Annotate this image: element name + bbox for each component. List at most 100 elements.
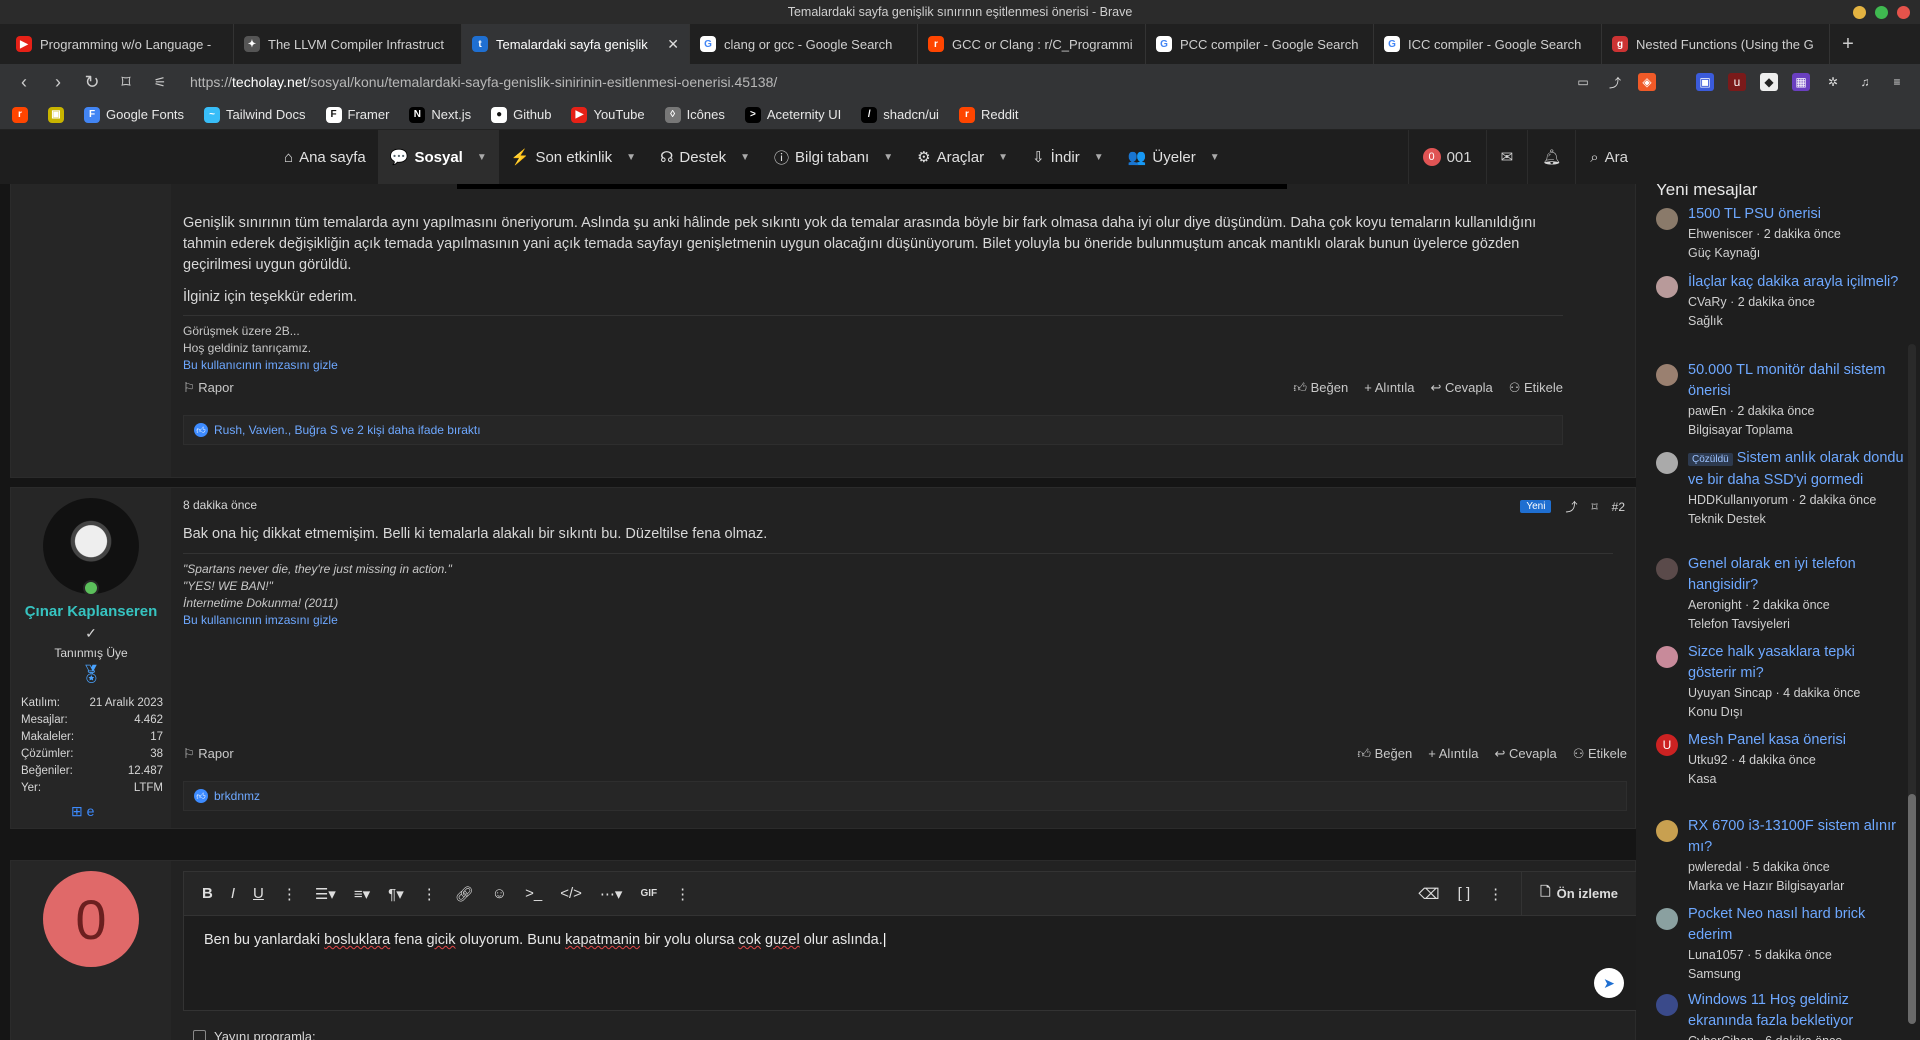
- url-field[interactable]: https://techolay.net/sosyal/konu/temalar…: [184, 74, 1560, 90]
- thread-title-link[interactable]: Genel olarak en iyi telefon hangisidir?: [1688, 554, 1906, 596]
- post-2-reactions[interactable]: 👍︎ brkdnmz: [183, 781, 1627, 811]
- preview-button[interactable]: 🗋 Ön izleme: [1521, 871, 1636, 916]
- thread-author-avatar[interactable]: [1656, 646, 1678, 668]
- nav-item-1[interactable]: ⌂ Ana sayfa: [272, 130, 378, 184]
- thread-author-avatar[interactable]: [1656, 276, 1678, 298]
- alerts-icon[interactable]: 🔔︎: [1527, 130, 1575, 184]
- thread-author-avatar[interactable]: [1656, 452, 1678, 474]
- tab-5[interactable]: r GCC or Clang : r/C_Programmi: [918, 24, 1146, 64]
- nav-item-7[interactable]: ⇩ İndir ▼: [1020, 130, 1116, 184]
- minimize-button[interactable]: [1853, 6, 1866, 19]
- thread-author-avatar[interactable]: [1656, 994, 1678, 1016]
- brave-shields-icon[interactable]: ◈: [1638, 73, 1656, 91]
- paragraph-icon[interactable]: ¶▾: [388, 885, 404, 903]
- code-block-icon[interactable]: </>: [560, 885, 582, 902]
- bookmark-icon[interactable]: ⌑: [116, 72, 136, 93]
- underline-icon[interactable]: U: [253, 885, 264, 902]
- new-tab-icon[interactable]: +: [1830, 24, 1866, 64]
- bookmark-item[interactable]: r: [12, 106, 28, 123]
- nav-item-5[interactable]: ⓘ Bilgi tabanı ▼: [762, 130, 905, 184]
- bookmark-post-icon[interactable]: ⌑: [1591, 500, 1597, 514]
- hide-signature-link[interactable]: Bu kullanıcının imzasını gizle: [183, 357, 338, 374]
- ublock-icon[interactable]: u: [1728, 73, 1746, 91]
- thread-title-link[interactable]: 1500 TL PSU önerisi: [1688, 204, 1841, 225]
- list-icon[interactable]: ☰▾: [315, 885, 336, 903]
- thread-title-link[interactable]: İlaçlar kaç dakika arayla içilmeli?: [1688, 272, 1898, 293]
- tab-3[interactable]: t Temalardaki sayfa genişlik ✕: [462, 24, 690, 64]
- bookmark-item[interactable]: > Aceternity UI: [744, 106, 841, 123]
- hide-signature-link[interactable]: Bu kullanıcının imzasını gizle: [183, 612, 452, 629]
- editor-menu-icon[interactable]: ⋮: [1488, 885, 1503, 903]
- chevron-down-icon[interactable]: ▼: [1094, 152, 1104, 163]
- chevron-down-icon[interactable]: ▼: [1210, 152, 1220, 163]
- bookmark-item[interactable]: ◊ Icônes: [664, 106, 725, 123]
- quote-button[interactable]: + Alıntıla: [1428, 746, 1478, 762]
- report-link[interactable]: ⚐ Rapor: [183, 746, 234, 762]
- bookmark-item[interactable]: ▶ YouTube: [571, 106, 645, 123]
- back-icon[interactable]: ‹: [14, 72, 34, 93]
- thread-author-avatar[interactable]: U: [1656, 734, 1678, 756]
- maximize-button[interactable]: [1875, 6, 1888, 19]
- more-vertical-icon[interactable]: ⋮: [675, 885, 690, 903]
- bookmark-item[interactable]: r Reddit: [958, 106, 1019, 123]
- bookmark-item[interactable]: N Next.js: [409, 106, 471, 123]
- like-button[interactable]: 👍︎ Beğen: [1357, 746, 1412, 762]
- search-button[interactable]: ⌕ Ara: [1575, 130, 1642, 184]
- chevron-down-icon[interactable]: ▼: [998, 152, 1008, 163]
- media-icon[interactable]: ♫: [1856, 73, 1874, 91]
- bookmark-item[interactable]: ▣: [48, 106, 64, 123]
- points-button[interactable]: 0 001: [1407, 130, 1486, 184]
- post-number[interactable]: #2: [1612, 500, 1625, 514]
- more-options-icon[interactable]: ⋮: [422, 885, 437, 903]
- post-1-reactions[interactable]: 👍︎ Rush, Vavien., Buğra S ve 2 kişi daha…: [183, 415, 1563, 445]
- close-window-button[interactable]: [1897, 6, 1910, 19]
- bookmark-item[interactable]: ~ Tailwind Docs: [204, 106, 306, 123]
- share-post-icon[interactable]: ⤴: [1565, 498, 1577, 515]
- bookmark-item[interactable]: F Framer: [325, 106, 389, 123]
- nav-item-6[interactable]: ⚙ Araçlar ▼: [905, 130, 1020, 184]
- nav-item-3[interactable]: ⚡ Son etkinlik ▼: [499, 130, 648, 184]
- grammar-assistant-icon[interactable]: ➤: [1594, 968, 1624, 998]
- extension-icon-3[interactable]: ▦: [1792, 73, 1810, 91]
- post-2-time[interactable]: 8 dakika önce: [183, 498, 257, 512]
- chevron-down-icon[interactable]: ▼: [626, 152, 636, 163]
- nav-item-8[interactable]: 👥 Üyeler ▼: [1116, 130, 1232, 184]
- thread-author-avatar[interactable]: [1656, 558, 1678, 580]
- bold-icon[interactable]: B: [202, 885, 213, 902]
- bookmark-item[interactable]: F Google Fonts: [84, 106, 184, 123]
- scrollbar-thumb[interactable]: [1908, 794, 1916, 1024]
- current-user-avatar[interactable]: 0: [43, 871, 139, 967]
- username[interactable]: Çınar Kaplanseren: [11, 603, 171, 620]
- inbox-icon[interactable]: ✉: [1485, 130, 1528, 184]
- extensions-puzzle-icon[interactable]: ✲: [1824, 73, 1842, 91]
- thread-title-link[interactable]: Mesh Panel kasa önerisi: [1688, 730, 1846, 751]
- thread-author-avatar[interactable]: [1656, 820, 1678, 842]
- chevron-down-icon[interactable]: ▼: [883, 152, 893, 163]
- tab-7[interactable]: G ICC compiler - Google Search: [1374, 24, 1602, 64]
- tab-4[interactable]: Gclang or gcc - Google Search: [690, 24, 918, 64]
- reload-icon[interactable]: ↻: [82, 72, 102, 93]
- tab-6[interactable]: G PCC compiler - Google Search: [1146, 24, 1374, 64]
- nav-item-2[interactable]: 💬 Sosyal ▼: [377, 130, 499, 184]
- eraser-icon[interactable]: ⌫: [1418, 885, 1439, 903]
- thread-title-link[interactable]: Pocket Neo nasıl hard brick ederim: [1688, 904, 1906, 946]
- reply-text-area[interactable]: Ben bu yanlardaki bosluklara fena gicik …: [184, 916, 1636, 964]
- reply-button[interactable]: ↩ Cevapla: [1430, 380, 1492, 396]
- align-icon[interactable]: ≡▾: [354, 885, 370, 903]
- emoji-icon[interactable]: ☺: [492, 885, 507, 902]
- share-icon[interactable]: ⤴: [1606, 73, 1624, 91]
- forward-icon[interactable]: ›: [48, 72, 68, 93]
- like-button[interactable]: 👍︎ Beğen: [1293, 380, 1348, 396]
- cast-icon[interactable]: ▭: [1574, 73, 1592, 91]
- thread-author-avatar[interactable]: [1656, 208, 1678, 230]
- thread-title-link[interactable]: RX 6700 i3-13100F sistem alınır mı?: [1688, 816, 1906, 858]
- thread-author-avatar[interactable]: [1656, 908, 1678, 930]
- quote-button[interactable]: + Alıntıla: [1364, 380, 1414, 396]
- tab-8[interactable]: g Nested Functions (Using the G: [1602, 24, 1830, 64]
- site-settings-icon[interactable]: ⚟: [150, 74, 170, 91]
- report-link[interactable]: ⚐ Rapor: [183, 380, 234, 396]
- close-tab-icon[interactable]: ✕: [667, 36, 679, 53]
- link-icon[interactable]: 🔗︎: [455, 885, 474, 903]
- bookmark-item[interactable]: ● Github: [491, 106, 551, 123]
- gif-icon[interactable]: GIF: [640, 888, 657, 899]
